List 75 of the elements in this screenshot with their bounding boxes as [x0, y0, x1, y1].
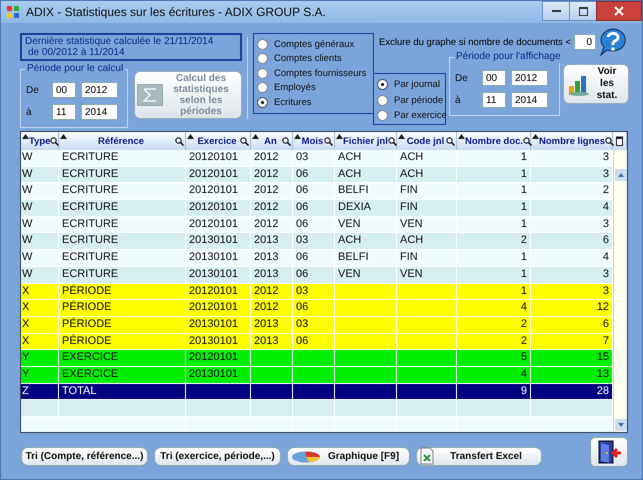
scrollbar[interactable] [613, 150, 627, 432]
sort-icon [398, 134, 405, 139]
month-field[interactable]: 11 [482, 92, 506, 108]
search-icon [50, 136, 60, 146]
month-field[interactable]: 00 [52, 82, 76, 98]
toolbar-button[interactable]: Tri (Compte, référence...) [21, 446, 148, 466]
sort-icon [294, 134, 301, 139]
toolbar-button[interactable]: Tri (exercice, période,...) [154, 446, 281, 466]
sort-icon [60, 134, 67, 139]
month-field[interactable]: 11 [52, 104, 76, 120]
radio-label: Par journal [394, 79, 440, 90]
search-icon [605, 136, 614, 146]
search-icon [282, 136, 291, 146]
radio-label: Comptes fournisseurs [274, 68, 366, 79]
sort-icon [532, 134, 539, 139]
sort-icon [187, 134, 194, 139]
sigma-icon [137, 84, 163, 106]
year-field[interactable]: 2014 [511, 92, 548, 108]
window-title: ADIX - Statistiques sur les écritures - ADIX GROUP S.A. [26, 5, 327, 19]
group-title: Période pour le calcul [25, 63, 126, 75]
exit-door-icon [596, 439, 622, 465]
maximize-button[interactable] [569, 1, 597, 21]
radio-button[interactable] [377, 79, 388, 90]
search-icon [175, 136, 184, 146]
radio-label: Comptes généraux [274, 38, 354, 50]
field-label: De [26, 84, 40, 96]
trash-icon [616, 136, 623, 146]
radio-label: Par exercice [394, 110, 447, 122]
status-text: de 00/2012 à 11/2014 [27, 47, 126, 58]
field-label: Exclure du graphe si nombre de documents < [379, 36, 571, 48]
search-icon [388, 136, 397, 146]
radio-button[interactable] [257, 82, 268, 94]
radio-button[interactable] [257, 38, 268, 50]
year-field[interactable]: 2012 [81, 82, 118, 98]
search-icon [446, 136, 455, 146]
search-icon [523, 136, 532, 146]
year-field[interactable]: 2014 [81, 104, 118, 120]
radio-label: Comptes clients [274, 53, 342, 64]
radio-label: Ecritures [274, 96, 312, 108]
field-label: De [455, 72, 469, 84]
sort-icon [22, 134, 29, 139]
status-text: Dernière statistique calculée le 21/11/2014 [25, 36, 214, 47]
exit-button[interactable] [590, 437, 628, 467]
radio-button[interactable] [257, 68, 268, 79]
month-field[interactable]: 00 [482, 70, 506, 86]
app-icon [7, 6, 19, 18]
minimize-icon [552, 10, 560, 12]
radio-button[interactable] [257, 96, 268, 108]
radio-button[interactable] [257, 53, 268, 64]
scroll-up-icon [615, 169, 627, 181]
count-field[interactable]: 0 [574, 34, 596, 50]
pie-chart-icon [291, 449, 321, 463]
search-icon [324, 136, 333, 146]
help-icon [598, 27, 628, 57]
search-icon [240, 136, 249, 146]
radio-button[interactable] [377, 94, 388, 106]
sort-icon [252, 134, 259, 139]
close-icon [614, 6, 624, 16]
spreadsheet-icon [420, 447, 434, 465]
maximize-icon [578, 6, 588, 16]
close-button[interactable] [596, 1, 642, 21]
radio-label: Par période [394, 94, 444, 106]
minimize-button[interactable] [542, 1, 570, 21]
radio-button[interactable] [377, 110, 388, 122]
radio-label: Employés [274, 82, 316, 94]
view-button[interactable]: Voir les stat. [563, 64, 629, 104]
field-label: à [26, 106, 33, 118]
sort-icon [336, 134, 343, 139]
toolbar-button[interactable]: Transfert Excel [416, 446, 542, 466]
year-field[interactable]: 2012 [511, 70, 548, 86]
group-title: Période pour l'affichage [454, 51, 563, 63]
scroll-down-icon [615, 419, 627, 431]
field-label: à [455, 94, 462, 106]
sort-icon [458, 134, 465, 139]
toolbar-button[interactable]: Graphique [F9] [287, 446, 410, 466]
